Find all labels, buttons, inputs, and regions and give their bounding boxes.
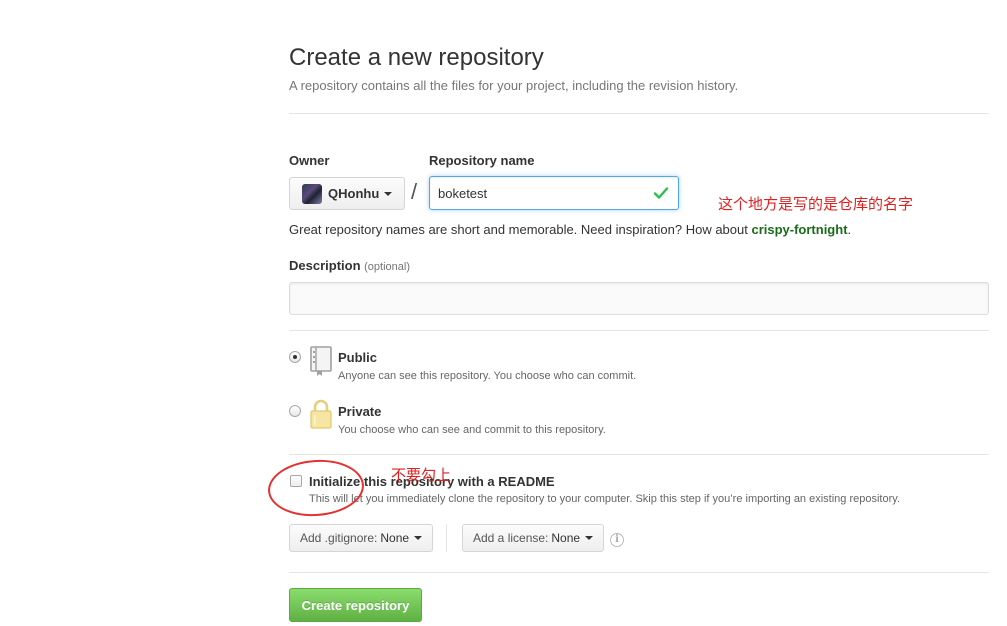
owner-name: QHonhu	[328, 186, 380, 201]
page-title: Create a new repository	[289, 44, 544, 71]
license-select-button[interactable]: Add a license: None	[462, 524, 605, 552]
page-subtitle: A repository contains all the files for …	[289, 78, 739, 93]
check-icon	[653, 187, 669, 199]
owner-repo-separator: /	[411, 179, 418, 204]
gitignore-label: Add .gitignore:	[300, 531, 378, 545]
avatar	[302, 183, 322, 204]
caret-down-icon	[384, 191, 393, 196]
repo-book-icon	[310, 346, 332, 376]
repository-name-input[interactable]	[429, 176, 679, 210]
readme-option-desc: This will let you immediately clone the …	[309, 493, 900, 505]
create-repository-button[interactable]: Create repository	[289, 588, 422, 622]
lock-icon	[310, 399, 332, 429]
divider	[289, 113, 989, 114]
license-label: Add a license:	[473, 531, 549, 545]
description-input[interactable]	[289, 282, 989, 315]
hint-text: Great repository names are short and mem…	[289, 222, 752, 237]
divider	[289, 454, 989, 455]
annotation-circle	[266, 456, 366, 520]
caret-down-icon	[585, 536, 594, 540]
gitignore-select-button[interactable]: Add .gitignore: None	[289, 524, 434, 552]
owner-label: Owner	[289, 153, 330, 168]
info-icon[interactable]: i	[610, 533, 624, 547]
repository-name-label: Repository name	[429, 153, 535, 168]
public-option-desc: Anyone can see this repository. You choo…	[338, 370, 637, 382]
private-option-desc: You choose who can see and commit to thi…	[338, 424, 606, 436]
private-option-title: Private	[338, 404, 382, 419]
name-suggestion-link[interactable]: crispy-fortnight	[751, 222, 847, 237]
public-option-title: Public	[338, 350, 378, 365]
optional-tag: (optional)	[364, 261, 410, 273]
caret-down-icon	[414, 536, 423, 540]
public-radio[interactable]	[289, 351, 301, 363]
license-value: None	[551, 531, 581, 545]
gitignore-value: None	[380, 531, 410, 545]
owner-select-button[interactable]: QHonhu	[289, 177, 405, 210]
divider	[289, 572, 989, 573]
annotation-readme: 不要勾上	[391, 467, 452, 484]
description-label-text: Description	[289, 258, 361, 273]
divider	[289, 330, 989, 331]
hint-end: .	[847, 222, 852, 237]
private-radio[interactable]	[289, 405, 301, 417]
repo-name-hint: Great repository names are short and mem…	[289, 222, 851, 237]
description-label: Description (optional)	[289, 258, 410, 273]
vertical-divider	[446, 524, 447, 552]
annotation-repo-name: 这个地方是写的是仓库的名字	[718, 196, 914, 213]
